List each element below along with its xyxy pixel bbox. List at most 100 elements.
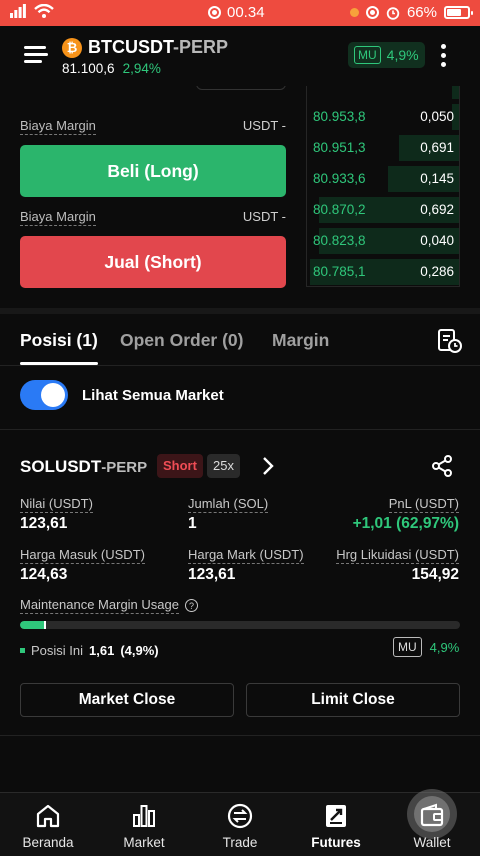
status-right: 66%: [349, 4, 473, 21]
side-badge: Short: [157, 454, 203, 478]
tab-open-orders[interactable]: Open Order (0): [120, 330, 244, 351]
trade-swap-icon: [227, 803, 253, 829]
field-entry-price: Harga Masuk (USDT) 124,63: [20, 547, 145, 584]
nav-beranda[interactable]: Beranda: [0, 793, 96, 856]
mark-price-value: 123,61: [188, 566, 236, 583]
liquidation-price-label: Hrg Likuidasi (USDT): [336, 547, 459, 564]
nav-futures[interactable]: Futures: [288, 793, 384, 856]
position-tabs: Posisi (1) Open Order (0) Margin: [0, 314, 480, 366]
orderbook-quantity: 0,692: [420, 202, 454, 217]
orderbook-row[interactable]: 80.955,80,050: [307, 86, 459, 100]
show-all-markets-toggle[interactable]: [20, 380, 68, 410]
top-header: ₿ BTCUSDT-PERP 81.100,6 2,94% MU 4,9%: [0, 26, 480, 86]
nilai-label: Nilai (USDT): [20, 496, 93, 513]
nav-trade[interactable]: Trade: [192, 793, 288, 856]
this-position-usage: Posisi Ini 1,61 (4,9%): [20, 643, 159, 658]
nav-market[interactable]: Market: [96, 793, 192, 856]
position-card: SOLUSDT-PERP Short 25x Nilai (USDT) 123,…: [0, 431, 480, 736]
nilai-value: 123,61: [20, 515, 68, 532]
nav-label: Futures: [311, 835, 361, 850]
orderbook-row[interactable]: 80.823,8 0,040: [307, 227, 459, 255]
field-liquidation-price: Hrg Likuidasi (USDT) 154,92: [336, 547, 459, 584]
orderbook-price: 80.951,3: [313, 140, 366, 155]
orderbook-price: 80.785,1: [313, 264, 366, 279]
futures-icon: [326, 805, 346, 827]
rotation-lock-icon: [365, 6, 379, 19]
order-book: 80.955,80,05080.953,80,05080.951,30,6918…: [306, 86, 460, 287]
last-price: 81.100,6: [62, 61, 115, 76]
nav-label: Market: [123, 835, 165, 850]
legend-swatch: [20, 648, 25, 653]
entry-price-label: Harga Masuk (USDT): [20, 547, 145, 564]
position-symbol[interactable]: SOLUSDT-PERP: [20, 457, 147, 477]
orderbook-row[interactable]: 80.933,6 0,145: [307, 165, 459, 193]
info-icon[interactable]: ?: [184, 599, 198, 612]
margin-cost-row-short: Biaya Margin USDT -: [20, 209, 286, 226]
margin-cost-label: Biaya Margin: [20, 209, 96, 226]
pair-selector[interactable]: ₿ BTCUSDT-PERP 81.100,6 2,94%: [62, 37, 228, 76]
orderbook-quantity: 0,691: [420, 140, 454, 155]
liquidation-price-value: 154,92: [411, 566, 459, 583]
cellular-signal-icon: [10, 4, 26, 18]
depth-bar: [452, 86, 459, 99]
market-close-button[interactable]: Market Close: [20, 683, 234, 717]
pnl-label: PnL (USDT): [388, 496, 459, 513]
orderbook-quantity: 0,050: [420, 109, 454, 124]
jumlah-label: Jumlah (SOL): [188, 496, 269, 513]
mark-price-label: Harga Mark (USDT): [188, 547, 304, 564]
margin-usage-badge[interactable]: MU 4,9%: [348, 42, 425, 68]
active-tab-indicator: [20, 362, 98, 365]
mmu-progress-fill: [20, 621, 46, 629]
posisi-ini-pct: (4,9%): [120, 643, 159, 658]
orderbook-quantity: 0,040: [420, 233, 454, 248]
orderbook-quantity: 0,286: [420, 264, 454, 279]
orderbook-price: 80.823,8: [313, 233, 366, 248]
order-history-icon[interactable]: [437, 328, 463, 354]
nav-label: Wallet: [413, 835, 451, 850]
margin-cost-value: USDT -: [242, 209, 286, 224]
mu-small-label: MU: [393, 637, 422, 657]
orderbook-quantity: 0,145: [420, 171, 454, 186]
status-time: 00.34: [227, 4, 265, 21]
orderbook-row[interactable]: 80.870,2 0,692: [307, 196, 459, 224]
buy-long-button[interactable]: Beli (Long): [20, 145, 286, 197]
show-all-markets-row: Lihat Semua Market: [0, 366, 480, 430]
margin-cost-row-long: Biaya Margin USDT -: [20, 118, 286, 135]
battery-icon: [444, 6, 473, 19]
menu-icon[interactable]: [24, 46, 48, 64]
trade-panel: Biaya Margin USDT - Beli (Long) Biaya Ma…: [0, 86, 480, 308]
show-all-markets-label: Lihat Semua Market: [82, 387, 224, 404]
screen-record-icon: [208, 6, 221, 19]
field-pnl: PnL (USDT) +1,01 (62,97%): [353, 496, 459, 533]
position-mu-badge: MU 4,9%: [393, 637, 459, 657]
limit-close-button[interactable]: Limit Close: [246, 683, 460, 717]
chevron-right-icon[interactable]: [262, 456, 274, 476]
orderbook-row[interactable]: 80.953,8 0,050: [307, 103, 459, 131]
orderbook-row[interactable]: 80.785,1 0,286: [307, 258, 459, 286]
margin-cost-label: Biaya Margin: [20, 118, 96, 135]
leverage-badge[interactable]: 25x: [207, 454, 240, 478]
posisi-ini-label: Posisi Ini: [31, 643, 84, 658]
mic-indicator-icon: [349, 8, 359, 17]
mu-label: MU: [354, 46, 381, 64]
jumlah-value: 1: [188, 515, 197, 532]
status-center: 00.34: [208, 4, 265, 21]
share-icon[interactable]: [430, 454, 454, 478]
nav-label: Beranda: [22, 835, 74, 850]
entry-price-value: 124,63: [20, 566, 68, 583]
sell-short-button[interactable]: Jual (Short): [20, 236, 286, 288]
orderbook-price: 80.933,6: [313, 171, 366, 186]
nav-wallet[interactable]: Wallet: [384, 789, 480, 856]
tab-margin[interactable]: Margin: [272, 330, 329, 351]
orderbook-row[interactable]: 80.951,3 0,691: [307, 134, 459, 162]
maintenance-margin-usage: Maintenance Margin Usage ?: [20, 597, 198, 614]
more-options-icon[interactable]: [441, 44, 447, 68]
tab-positions[interactable]: Posisi (1): [20, 330, 98, 351]
pair-price-row: 81.100,6 2,94%: [62, 61, 228, 76]
mmu-progress-bar: [20, 621, 460, 629]
pnl-value: +1,01 (62,97%): [352, 515, 459, 532]
orderbook-price: 80.953,8: [313, 109, 366, 124]
battery-percent: 66%: [406, 4, 437, 21]
mmu-label: Maintenance Margin Usage: [20, 597, 179, 614]
margin-cost-value: USDT -: [242, 118, 286, 133]
